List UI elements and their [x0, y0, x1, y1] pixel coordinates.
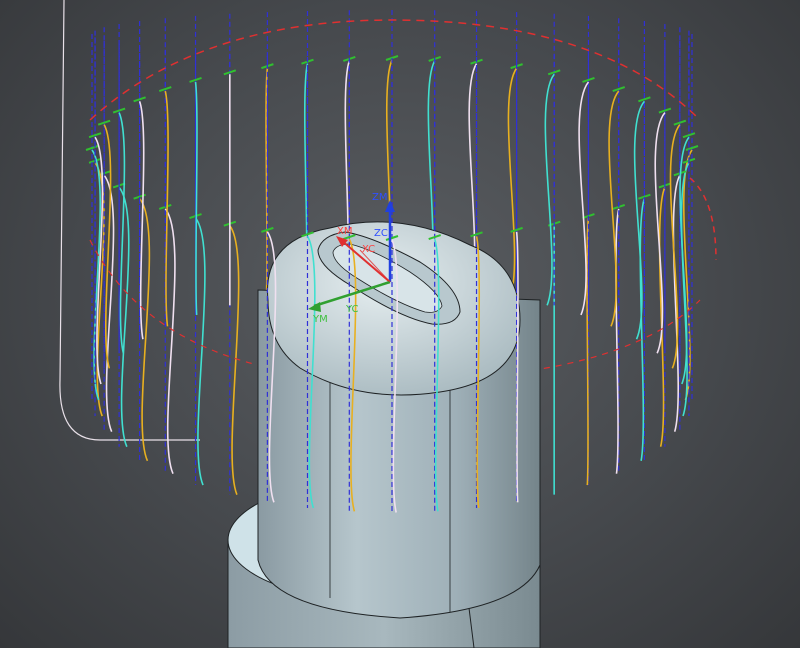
cut-move [229, 225, 240, 495]
xm-label: XM [337, 226, 352, 237]
cut-move [138, 101, 145, 340]
xc-label: XC [362, 244, 375, 255]
tool-axis-line [59, 0, 200, 441]
model-scene[interactable]: ZM ZC XM XC YM YC [0, 0, 800, 648]
cut-move [682, 149, 693, 401]
yc-label: YC [345, 304, 359, 315]
zc-label: ZC [374, 228, 388, 239]
approach-arc-right [689, 177, 717, 261]
cut-move [118, 112, 126, 354]
cut-move [669, 124, 681, 369]
part-body[interactable] [257, 221, 541, 619]
cut-move [103, 124, 112, 369]
cut-move [194, 217, 206, 486]
zm-label: ZM [372, 192, 387, 203]
cut-move [507, 67, 518, 298]
graphics-viewport[interactable]: ZM ZC XM XC YM YC [0, 0, 800, 648]
cut-move [544, 73, 555, 306]
ym-label: YM [312, 314, 328, 325]
cut-move [639, 198, 646, 461]
approach-arc-top [89, 19, 701, 121]
cut-move [633, 100, 645, 340]
